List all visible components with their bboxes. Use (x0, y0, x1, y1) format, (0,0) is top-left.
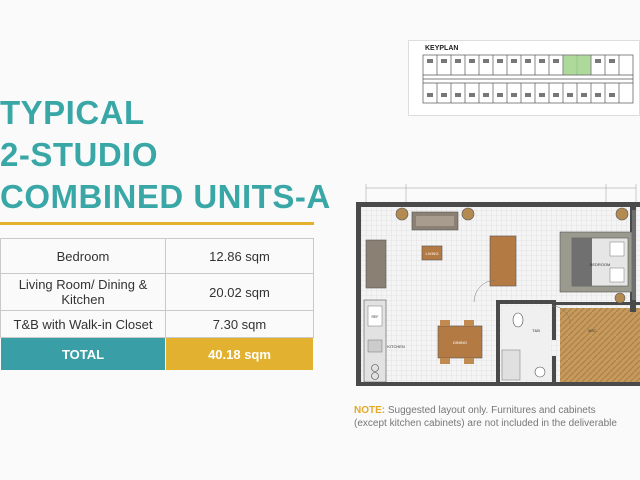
highlighted-unit (563, 55, 591, 75)
note: NOTE: Suggested layout only. Furnitures … (354, 404, 640, 430)
sofa-side (365, 239, 387, 289)
tv-stand (489, 235, 517, 287)
toilet (512, 312, 524, 328)
note-line-1: Suggested layout only. Furnitures and ca… (387, 405, 596, 416)
total-value: 40.18 sqm (165, 337, 314, 371)
title-line-2: 2-STUDIO (0, 136, 159, 173)
table-row: Bedroom 12.86 sqm (0, 238, 314, 274)
table-row: Living Room/ Dining & Kitchen 20.02 sqm (0, 273, 314, 311)
area-name: Bedroom (0, 238, 166, 274)
room-label-dining: DINING (453, 340, 467, 345)
keyplan: KEYPLAN (408, 40, 640, 116)
room-label-tb: T&B (532, 328, 540, 333)
area-name: Living Room/ Dining & Kitchen (0, 273, 166, 311)
sink (367, 339, 383, 353)
room-label-ref: REF (372, 315, 379, 319)
room-label-bedroom: BEDROOM (590, 262, 611, 267)
keyplan-label: KEYPLAN (425, 45, 459, 52)
area-value: 7.30 sqm (165, 310, 314, 338)
note-label: NOTE: (354, 405, 386, 416)
title-line-1: TYPICAL (0, 94, 145, 131)
area-value: 20.02 sqm (165, 273, 314, 311)
page-title: TYPICAL 2-STUDIO COMBINED UNITS-A (0, 92, 331, 218)
room-label-wic: W/C (588, 328, 596, 333)
note-line-2: (except kitchen cabinets) are not includ… (354, 418, 617, 429)
basin (534, 366, 546, 378)
area-name: T&B with Walk-in Closet (0, 310, 166, 338)
area-table: Bedroom 12.86 sqm Living Room/ Dining & … (0, 238, 314, 371)
table-row: T&B with Walk-in Closet 7.30 sqm (0, 310, 314, 338)
area-value: 12.86 sqm (165, 238, 314, 274)
keyplan-drawing (422, 54, 634, 104)
room-label-living: LIVING (425, 251, 438, 256)
room-label-kitchen: KITCHEN (387, 344, 405, 349)
shower (501, 349, 521, 381)
floor-plan: LIVING BEDROOM REF KITCHEN DINING T&B W/… (356, 184, 640, 386)
title-line-3: COMBINED UNITS-A (0, 178, 331, 215)
total-label: TOTAL (0, 337, 166, 371)
title-underline (0, 222, 314, 225)
total-row: TOTAL 40.18 sqm (0, 337, 314, 371)
